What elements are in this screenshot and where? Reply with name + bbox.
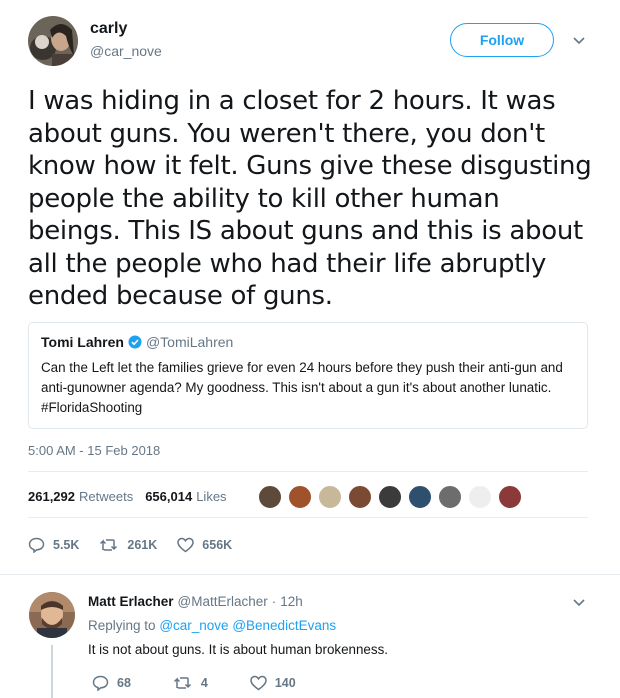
divider <box>0 574 620 575</box>
retweet-count: 261K <box>127 538 158 552</box>
thread-line <box>51 645 53 698</box>
meta-separator: · <box>271 594 277 609</box>
reply-button[interactable]: 68 <box>92 675 131 691</box>
quoted-user-handle: @TomiLahren <box>145 334 234 350</box>
reply-icon <box>28 537 45 553</box>
reply-actions: 68 4 140 <box>92 675 338 691</box>
quoted-tweet-header: Tomi Lahren @TomiLahren <box>41 333 575 351</box>
tweet-stats: 261,292 Retweets 656,014 Likes <box>28 484 239 508</box>
user-handle[interactable]: @car_nove <box>90 43 162 59</box>
likes-label[interactable]: Likes <box>196 489 226 504</box>
like-count: 656K <box>202 538 233 552</box>
like-count: 140 <box>274 676 296 690</box>
reply-header: Matt Erlacher @MattErlacher · 12h <box>88 594 303 609</box>
follow-button[interactable]: Follow <box>450 23 554 57</box>
likes-count[interactable]: 656,014 <box>145 489 192 504</box>
retweet-count: 4 <box>200 676 208 690</box>
tweet-header: carly @car_nove Follow <box>28 14 598 70</box>
liker-avatar[interactable] <box>318 485 342 509</box>
retweet-icon <box>100 539 118 551</box>
quoted-tweet-text: Can the Left let the families grieve for… <box>41 360 563 415</box>
retweet-icon <box>173 677 191 689</box>
like-button[interactable]: 656K <box>177 537 232 553</box>
likers-avatars <box>258 485 528 509</box>
user-avatar[interactable] <box>28 16 78 66</box>
reply-icon <box>92 675 109 691</box>
quoted-user-name: Tomi Lahren <box>41 334 124 350</box>
liker-avatar[interactable] <box>498 485 522 509</box>
replying-to: Replying to @car_nove @BenedictEvans <box>88 618 336 633</box>
retweet-button[interactable]: 261K <box>99 538 157 552</box>
replying-to-link[interactable]: @BenedictEvans <box>232 618 336 633</box>
liker-avatar[interactable] <box>258 485 282 509</box>
reply-tweet[interactable]: Matt Erlacher @MattErlacher · 12h Replyi… <box>0 580 620 698</box>
retweets-label[interactable]: Retweets <box>79 489 133 504</box>
reply-text: It is not about guns. It is about human … <box>88 642 388 657</box>
reply-user-avatar[interactable] <box>29 592 75 638</box>
reply-count: 5.5K <box>53 538 80 552</box>
tweet-timestamp[interactable]: 5:00 AM - 15 Feb 2018 <box>28 443 160 458</box>
retweets-count[interactable]: 261,292 <box>28 489 75 504</box>
liker-avatar[interactable] <box>468 485 492 509</box>
reply-button[interactable]: 5.5K <box>28 537 79 553</box>
like-button[interactable]: 140 <box>250 675 296 691</box>
liker-avatar[interactable] <box>348 485 372 509</box>
divider <box>28 517 588 518</box>
reply-count: 68 <box>117 676 131 690</box>
tweet-actions: 5.5K 261K 656K <box>28 535 252 555</box>
user-name[interactable]: carly <box>90 20 127 38</box>
heart-icon <box>177 537 195 553</box>
chevron-down-icon[interactable] <box>572 34 586 48</box>
liker-avatar[interactable] <box>438 485 462 509</box>
reply-time[interactable]: 12h <box>280 594 303 609</box>
reply-user-handle[interactable]: @MattErlacher <box>178 594 268 609</box>
replying-to-link[interactable]: @car_nove <box>159 618 228 633</box>
liker-avatar[interactable] <box>378 485 402 509</box>
retweet-button[interactable]: 4 <box>173 676 208 690</box>
quoted-tweet[interactable]: Tomi Lahren @TomiLahren Can the Left let… <box>28 322 588 429</box>
liker-avatar[interactable] <box>408 485 432 509</box>
liker-avatar[interactable] <box>288 485 312 509</box>
chevron-down-icon[interactable] <box>572 596 586 610</box>
verified-badge-icon <box>128 335 142 349</box>
reply-user-name[interactable]: Matt Erlacher <box>88 594 174 609</box>
divider <box>28 471 588 472</box>
replying-to-prefix: Replying to <box>88 618 156 633</box>
heart-icon <box>250 675 267 691</box>
tweet-text: I was hiding in a closet for 2 hours. It… <box>28 86 592 311</box>
